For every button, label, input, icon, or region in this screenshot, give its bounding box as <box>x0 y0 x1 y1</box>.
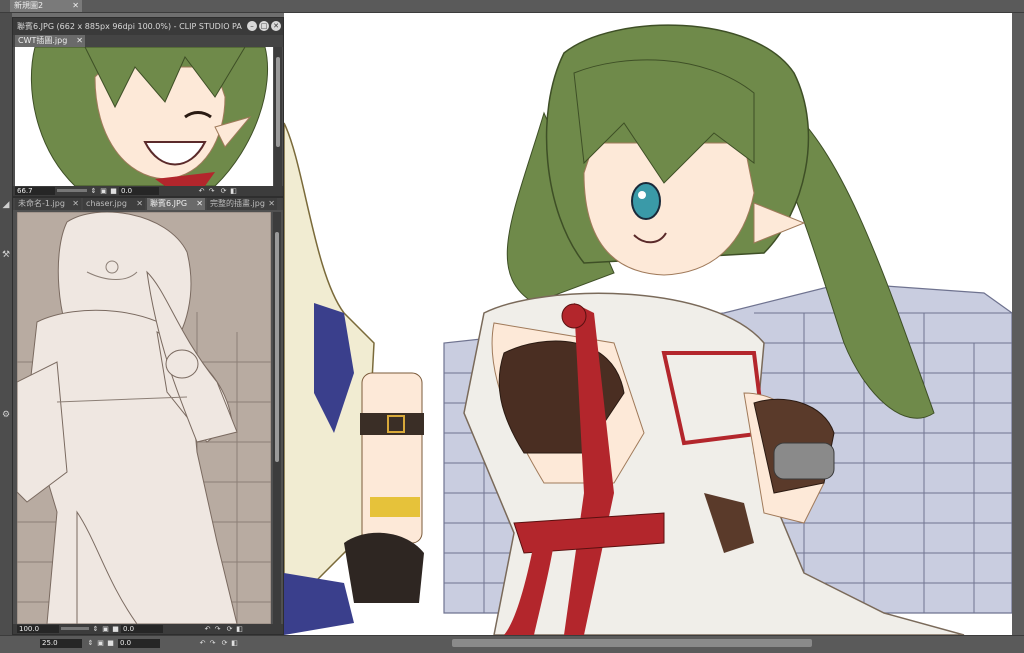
bottom-statusbar: 25.0 ⇕ ▣ ■ 0.0 ↶ ↷ ⟳ ◧ <box>0 635 1024 653</box>
girl-head <box>545 24 810 276</box>
fit-icon[interactable]: ▣ <box>101 624 110 634</box>
subwindow-bottom: 未命名-1.jpg ✕ chaser.jpg ✕ 聯賓6.JPG ✕ 完整的插畫… <box>12 197 284 635</box>
rotate-left-icon[interactable]: ↶ <box>197 186 206 196</box>
main-document-tab[interactable]: 新規圖2 ✕ <box>10 0 82 12</box>
reset-rotation-icon[interactable]: ⟳ <box>220 638 229 648</box>
zoom-field[interactable]: 100.0 <box>17 625 59 633</box>
left-character <box>284 122 424 635</box>
wrench-icon[interactable]: ⚒ <box>1 249 11 261</box>
dropper-icon[interactable]: ◢ <box>1 199 11 211</box>
close-icon[interactable]: ✕ <box>76 35 83 47</box>
left-tool-strip: ◢ ⚒ ⚙ <box>0 13 12 635</box>
main-zoom-field[interactable]: 25.0 <box>40 639 82 648</box>
maximize-icon[interactable]: □ <box>259 21 269 31</box>
flip-icon[interactable]: ◧ <box>235 624 244 634</box>
subwindow-top-tabs: CWT插圖.jpg ✕ <box>13 35 283 47</box>
main-rotation-field[interactable]: 0.0 <box>118 639 160 648</box>
tab-chaser-label: chaser.jpg <box>86 199 127 208</box>
zoom-slider[interactable] <box>61 627 89 630</box>
scrollbar-thumb[interactable] <box>275 232 279 462</box>
actual-size-icon[interactable]: ■ <box>106 638 115 648</box>
fit-icon[interactable]: ▣ <box>96 638 105 648</box>
zoom-stepper-icon[interactable]: ⇕ <box>86 638 95 648</box>
subwindow-top-scrollbar[interactable] <box>274 47 282 186</box>
zoom-stepper-icon[interactable]: ⇕ <box>91 624 100 634</box>
rotate-right-icon[interactable]: ↷ <box>208 638 217 648</box>
tab-cwt[interactable]: CWT插圖.jpg ✕ <box>15 35 85 47</box>
tab-complete-illustration-label: 完整的插畫.jpg <box>210 199 265 208</box>
tab-untitled[interactable]: 未命名-1.jpg ✕ <box>15 198 81 210</box>
subwindow-bottom-statusbar: 100.0 ⇕ ▣ ■ 0.0 ↶ ↷ ⟳ ◧ <box>13 624 283 634</box>
horizontal-scrollbar[interactable] <box>452 639 812 647</box>
tab-active-image-label: 聯賓6.JPG <box>150 199 188 208</box>
minimize-icon[interactable]: – <box>247 21 257 31</box>
flip-icon[interactable]: ◧ <box>229 186 238 196</box>
rotation-field[interactable]: 0.0 <box>121 625 163 633</box>
subwindow-top-statusbar: 66.7 ⇕ ▣ ■ 0.0 ↶ ↷ ⟳ ◧ <box>13 186 283 196</box>
tab-untitled-label: 未命名-1.jpg <box>18 199 65 208</box>
subwindow-top-title: 聯賓6.JPG (662 x 885px 96dpi 100.0%) - CLI… <box>17 22 242 31</box>
fit-icon[interactable]: ▣ <box>99 186 108 196</box>
scrollbar-thumb[interactable] <box>276 57 280 147</box>
main-illustration <box>284 24 1012 635</box>
close-icon[interactable]: ✕ <box>271 21 281 31</box>
subwindow-bottom-scrollbar[interactable] <box>273 212 281 624</box>
rotation-field[interactable]: 0.0 <box>119 187 159 195</box>
rotate-right-icon[interactable]: ↷ <box>213 624 222 634</box>
rotate-left-icon[interactable]: ↶ <box>198 638 207 648</box>
main-document-tabbar: 新規圖2 ✕ <box>0 0 1024 13</box>
subwindow-bottom-tabs: 未命名-1.jpg ✕ chaser.jpg ✕ 聯賓6.JPG ✕ 完整的插畫… <box>13 198 283 210</box>
close-icon[interactable]: ✕ <box>72 198 79 210</box>
tab-active-image[interactable]: 聯賓6.JPG ✕ <box>147 198 205 210</box>
reset-rotation-icon[interactable]: ⟳ <box>225 624 234 634</box>
gear-icon[interactable]: ⚙ <box>1 409 11 421</box>
actual-size-icon[interactable]: ■ <box>111 624 120 634</box>
close-icon[interactable]: ✕ <box>72 0 79 12</box>
close-icon[interactable]: ✕ <box>136 198 143 210</box>
subwindow-top-canvas[interactable] <box>15 47 273 186</box>
subwindow-top-titlebar[interactable]: 聯賓6.JPG (662 x 885px 96dpi 100.0%) - CLI… <box>13 18 283 35</box>
right-rail <box>1012 13 1024 635</box>
rotate-left-icon[interactable]: ↶ <box>203 624 212 634</box>
zoom-slider[interactable] <box>57 189 87 192</box>
main-canvas[interactable] <box>284 13 1012 635</box>
flip-icon[interactable]: ◧ <box>230 638 239 648</box>
cwt-illustration <box>30 47 269 186</box>
zoom-stepper-icon[interactable]: ⇕ <box>89 186 98 196</box>
tab-chaser[interactable]: chaser.jpg ✕ <box>83 198 145 210</box>
sepia-illustration <box>17 212 271 624</box>
main-document-tab-label: 新規圖2 <box>14 1 44 10</box>
close-icon[interactable]: ✕ <box>268 198 275 210</box>
rotate-right-icon[interactable]: ↷ <box>207 186 216 196</box>
subwindow-bottom-canvas[interactable] <box>17 212 271 624</box>
reset-rotation-icon[interactable]: ⟳ <box>219 186 228 196</box>
tab-cwt-label: CWT插圖.jpg <box>18 36 68 45</box>
tab-complete-illustration[interactable]: 完整的插畫.jpg ✕ <box>207 198 277 210</box>
zoom-field[interactable]: 66.7 <box>15 187 55 195</box>
actual-size-icon[interactable]: ■ <box>109 186 118 196</box>
close-icon[interactable]: ✕ <box>196 198 203 210</box>
subwindow-top: 聯賓6.JPG (662 x 885px 96dpi 100.0%) - CLI… <box>12 17 284 197</box>
